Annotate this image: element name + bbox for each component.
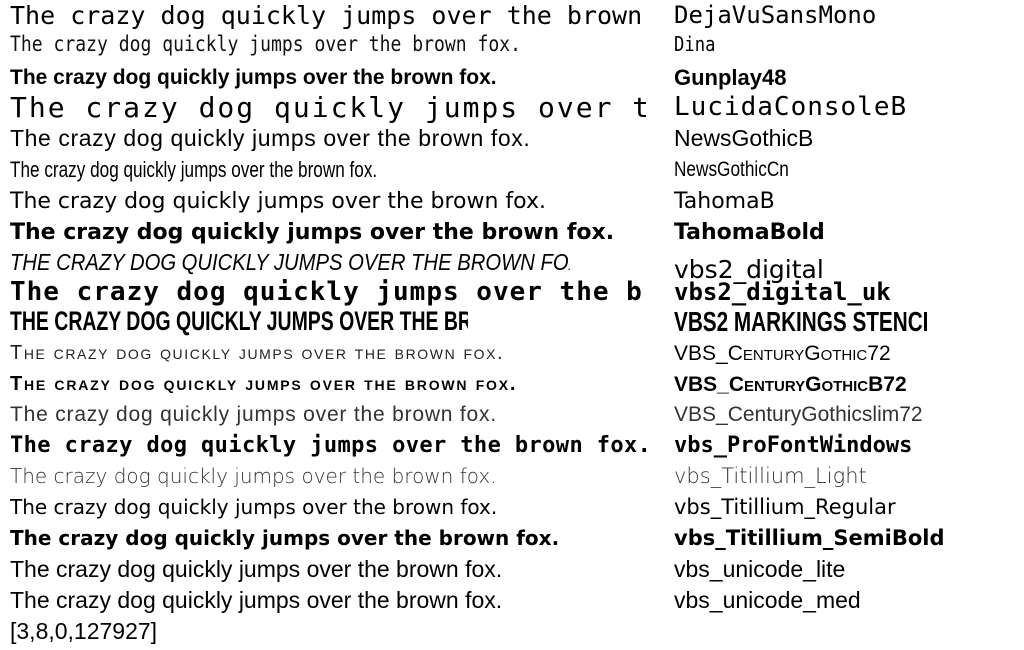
font-name-label: NewsGothicCn bbox=[674, 158, 789, 181]
font-sample-row: The crazy dog quickly jumps over the bro… bbox=[10, 495, 498, 519]
font-name-label: TahomaBold bbox=[674, 220, 825, 245]
font-name-label: VBS_CenturyGothicB72 bbox=[674, 373, 907, 396]
font-name-label: vbs_unicode_med bbox=[674, 587, 861, 613]
font-sample-row: The crazy dog quickly jumps over the bro… bbox=[10, 189, 546, 214]
font-sample-row: The crazy dog quickly jumps over the bro… bbox=[10, 464, 497, 488]
font-name-label: vbs_unicode_lite bbox=[674, 556, 846, 582]
font-name-label: vbs_Titillium_Regular bbox=[674, 495, 896, 519]
font-sample-row: THE CRAZY DOG QUICKLY JUMPS OVER THE BRO… bbox=[10, 249, 570, 275]
font-name-label: Dina bbox=[674, 32, 716, 56]
version-readout: [3,8,0,127927] bbox=[10, 618, 158, 644]
font-sample-row: The crazy dog quickly jumps over the bro… bbox=[10, 556, 503, 582]
font-name-label: NewsGothicB bbox=[674, 125, 814, 151]
font-name-label: Gunplay48 bbox=[674, 65, 787, 90]
font-sample-row: The crazy dog quickly jumps over the bro… bbox=[10, 220, 615, 245]
font-name-label: vbs_Titillium_Light bbox=[674, 464, 867, 488]
font-sample-row: THE CRAZY DOG QUICKLY JUMPS OVER THE BRO… bbox=[10, 306, 468, 336]
font-sample-row: The crazy dog quickly jumps over the bro… bbox=[10, 526, 560, 550]
font-name-label: VBS2 MARKINGS STENCIL bbox=[674, 306, 930, 337]
font-sample-row: The crazy dog quickly jumps over the bro… bbox=[10, 373, 518, 395]
font-sample-row: The crazy dog quickly jumps over the bro… bbox=[10, 433, 646, 458]
font-name-label: VBS_CenturyGothic72 bbox=[674, 342, 891, 365]
font-sample-row: The crazy dog quickly jumps over the bro… bbox=[10, 125, 531, 151]
font-name-column: DejaVuSansMono Dina Gunplay48 LucidaCons… bbox=[674, 0, 1019, 616]
font-sample-row: The crazy dog quickly jumps over the bro… bbox=[10, 157, 378, 182]
font-sample-row: The crazy dog quickly jumps over the bro… bbox=[10, 277, 646, 307]
font-name-label: DejaVuSansMono bbox=[674, 1, 877, 29]
font-sample-row: The crazy dog quickly jumps over the bro… bbox=[10, 403, 497, 426]
font-sample-row: The crazy dog quickly jumps over the bro… bbox=[10, 66, 497, 89]
font-name-label: TahomaB bbox=[674, 189, 775, 214]
font-sample-row: The crazy dog quickly jumps over the bro… bbox=[10, 587, 503, 613]
font-name-label: vbs2_digital_uk bbox=[674, 278, 891, 306]
font-name-label: VBS_CenturyGothicslim72 bbox=[674, 403, 923, 426]
font-sample-row: The crazy dog quickly jumps over the bro… bbox=[10, 92, 646, 123]
font-name-label: vbs_ProFontWindows bbox=[674, 433, 913, 458]
font-sample-row: The crazy dog quickly jumps over the bro… bbox=[10, 32, 522, 56]
font-sample-column: The crazy dog quickly jumps over the bro… bbox=[10, 0, 646, 616]
font-sample-row: The crazy dog quickly jumps over the bro… bbox=[10, 342, 505, 364]
font-name-label: LucidaConsoleB bbox=[674, 92, 908, 122]
font-name-label: vbs_Titillium_SemiBold bbox=[674, 526, 945, 550]
font-sample-row: The crazy dog quickly jumps over the bro… bbox=[10, 1, 646, 30]
